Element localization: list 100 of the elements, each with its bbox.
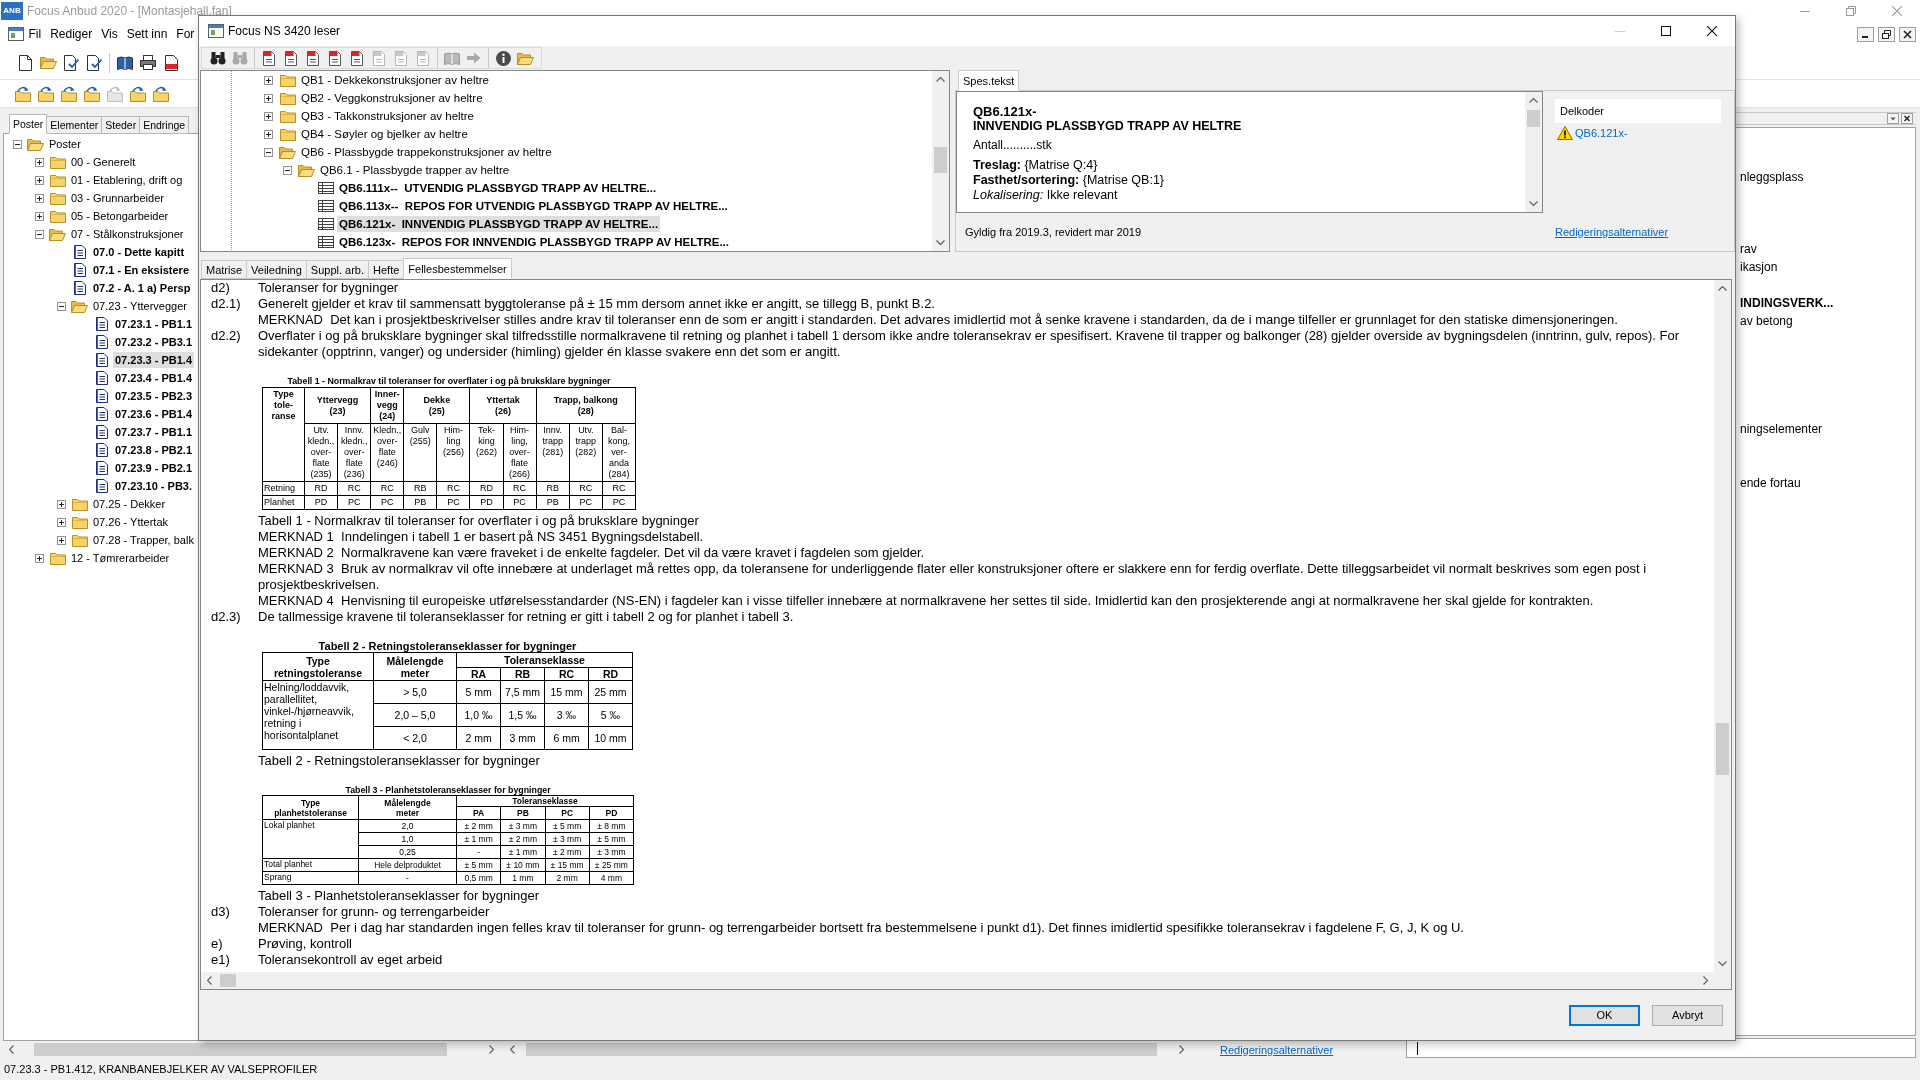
chevron-up-icon[interactable] bbox=[1529, 98, 1538, 103]
open-folder-icon[interactable] bbox=[516, 51, 534, 65]
tree-item[interactable]: 05 - Betongarbeider bbox=[69, 208, 171, 224]
tree-item[interactable]: 07.23.4 - PB1.4 bbox=[113, 370, 195, 386]
tab[interactable]: Endringe bbox=[139, 116, 190, 134]
page-icon[interactable] bbox=[307, 50, 319, 66]
scrollbar-thumb[interactable] bbox=[1716, 723, 1729, 775]
scrollbar-thumb[interactable] bbox=[34, 1043, 447, 1056]
plus-box-icon[interactable] bbox=[56, 499, 66, 509]
list-item[interactable]: ende fortau bbox=[1740, 474, 1801, 492]
minus-box-icon[interactable] bbox=[34, 229, 44, 239]
tree-item[interactable]: 07.23.3 - PB1.4 bbox=[113, 352, 195, 368]
folder-arrow-icon[interactable] bbox=[38, 85, 54, 102]
scrollbar[interactable] bbox=[932, 71, 949, 251]
tree-item[interactable]: QB3 - Takkonstruksjoner av heltre bbox=[299, 108, 476, 124]
tree-item[interactable]: QB6.1 - Plassbygde trapper av heltre bbox=[318, 162, 512, 178]
cancel-button[interactable]: Avbryt bbox=[1652, 1004, 1723, 1026]
dropdown-icon[interactable] bbox=[1887, 113, 1899, 124]
tree-item[interactable]: 07.23.6 - PB1.4 bbox=[113, 406, 195, 422]
tree-item[interactable]: 07.28 - Trapper, balk bbox=[91, 532, 196, 548]
tree-item[interactable]: 07.23.5 - PB2.3 bbox=[113, 388, 195, 404]
plus-box-icon[interactable] bbox=[34, 175, 44, 185]
minus-box-icon[interactable] bbox=[12, 139, 22, 149]
plus-box-icon[interactable] bbox=[56, 535, 66, 545]
tab[interactable]: Poster bbox=[9, 114, 48, 134]
scrollbar[interactable] bbox=[1525, 92, 1542, 212]
restore-icon[interactable] bbox=[1878, 26, 1895, 42]
list-item[interactable]: rav bbox=[1740, 240, 1757, 258]
plus-box-icon[interactable] bbox=[263, 129, 273, 139]
chevron-left-icon[interactable] bbox=[510, 1045, 515, 1054]
blank-page-icon[interactable] bbox=[18, 54, 32, 71]
tree-item[interactable]: 07.23.7 - PB1.1 bbox=[113, 424, 195, 440]
scrollbar-thumb[interactable] bbox=[934, 147, 947, 173]
tree-item[interactable]: 07.26 - Yttertak bbox=[91, 514, 170, 530]
chevron-up-icon[interactable] bbox=[936, 77, 945, 82]
minus-box-icon[interactable] bbox=[56, 301, 66, 311]
scrollbar-thumb[interactable] bbox=[220, 974, 236, 987]
tab[interactable]: Elementer bbox=[46, 116, 103, 134]
chevron-left-icon[interactable] bbox=[207, 976, 212, 985]
tab[interactable]: Spes.tekst bbox=[958, 70, 1020, 91]
subcode-link[interactable]: QB6.121x- bbox=[1575, 127, 1628, 139]
page-icon[interactable] bbox=[263, 50, 275, 66]
scrollbar-thumb[interactable] bbox=[526, 1043, 1157, 1056]
chevron-right-icon[interactable] bbox=[1179, 1045, 1184, 1054]
tree-item[interactable]: 07 - Stålkonstruksjoner bbox=[69, 226, 186, 242]
plus-box-icon[interactable] bbox=[34, 157, 44, 167]
page-check-icon[interactable] bbox=[86, 54, 102, 71]
minus-box-icon[interactable] bbox=[282, 165, 292, 175]
options-link[interactable]: Redigeringsalternativer bbox=[1555, 226, 1669, 238]
page-check-icon[interactable] bbox=[63, 54, 79, 71]
tree-item[interactable]: 07.0 - Dette kapitt bbox=[91, 244, 187, 260]
chevron-left-icon[interactable] bbox=[9, 1045, 14, 1054]
minimize-icon[interactable] bbox=[1857, 26, 1874, 42]
tree-item[interactable]: 07.25 - Dekker bbox=[91, 496, 168, 512]
menu-item[interactable]: Sett inn bbox=[122, 25, 172, 43]
close-icon[interactable] bbox=[1899, 26, 1916, 42]
list-item[interactable]: av betong bbox=[1740, 312, 1793, 330]
plus-box-icon[interactable] bbox=[263, 75, 273, 85]
book-icon[interactable] bbox=[117, 55, 133, 70]
folder-arrow-icon[interactable] bbox=[153, 85, 169, 102]
close-icon[interactable] bbox=[1707, 26, 1717, 36]
binoculars-icon[interactable] bbox=[210, 51, 226, 65]
folder-arrow-icon[interactable] bbox=[15, 85, 31, 102]
tree-item[interactable]: 01 - Etablering, drift og bbox=[69, 172, 185, 188]
plus-box-icon[interactable] bbox=[263, 93, 273, 103]
scrollbar-thumb[interactable] bbox=[1527, 110, 1540, 127]
page-icon[interactable] bbox=[329, 50, 341, 66]
plus-box-icon[interactable] bbox=[34, 193, 44, 203]
chevron-right-icon[interactable] bbox=[1703, 976, 1708, 985]
page-icon[interactable] bbox=[351, 50, 363, 66]
tree-item[interactable]: 00 - Generelt bbox=[69, 154, 138, 170]
tab[interactable]: Suppl. arb. bbox=[305, 260, 370, 279]
tree-item[interactable]: QB6.121x- INNVENDIG PLASSBYGD TRAPP AV HELTRE... bbox=[337, 216, 661, 232]
tree-item[interactable]: Poster bbox=[47, 136, 83, 152]
menu-item[interactable]: Rediger bbox=[45, 25, 97, 43]
tree-item[interactable]: 07.23.9 - PB2.1 bbox=[113, 460, 195, 476]
tree-item[interactable]: QB6.111x-- UTVENDIG PLASSBYGD TRAPP AV HELTRE... bbox=[337, 180, 659, 196]
menu-item[interactable]: Vis bbox=[96, 25, 123, 43]
chevron-down-icon[interactable] bbox=[936, 240, 945, 245]
tree-item[interactable]: 07.23.1 - PB1.1 bbox=[113, 316, 195, 332]
folder-arrow-icon[interactable] bbox=[130, 85, 146, 102]
chevron-right-icon[interactable] bbox=[489, 1045, 494, 1054]
tree-item[interactable]: 12 - Tømrerarbeider bbox=[69, 550, 172, 566]
chevron-up-icon[interactable] bbox=[1718, 286, 1727, 291]
scrollbar[interactable] bbox=[201, 972, 1714, 989]
page-icon[interactable] bbox=[164, 54, 178, 71]
chevron-down-icon[interactable] bbox=[1718, 961, 1727, 966]
tree-item[interactable]: 03 - Grunnarbeider bbox=[69, 190, 166, 206]
tree-item[interactable]: QB2 - Veggkonstruksjoner av heltre bbox=[299, 90, 485, 106]
tree-item[interactable]: 07.23 - Yttervegger bbox=[91, 298, 189, 314]
list-item[interactable]: INDINGSVERK... bbox=[1740, 294, 1834, 312]
chevron-down-icon[interactable] bbox=[1529, 201, 1538, 206]
close-icon[interactable] bbox=[1901, 113, 1913, 124]
tab[interactable]: Fellesbestemmelser bbox=[403, 258, 512, 279]
tree-item[interactable]: 07.23.2 - PB3.1 bbox=[113, 334, 195, 350]
plus-box-icon[interactable] bbox=[34, 211, 44, 221]
tab[interactable]: Steder bbox=[101, 116, 141, 134]
tree-item[interactable]: 07.1 - En eksistere bbox=[91, 262, 191, 278]
folder-arrow-icon[interactable] bbox=[61, 85, 77, 102]
menu-item[interactable]: Fil bbox=[24, 25, 46, 43]
